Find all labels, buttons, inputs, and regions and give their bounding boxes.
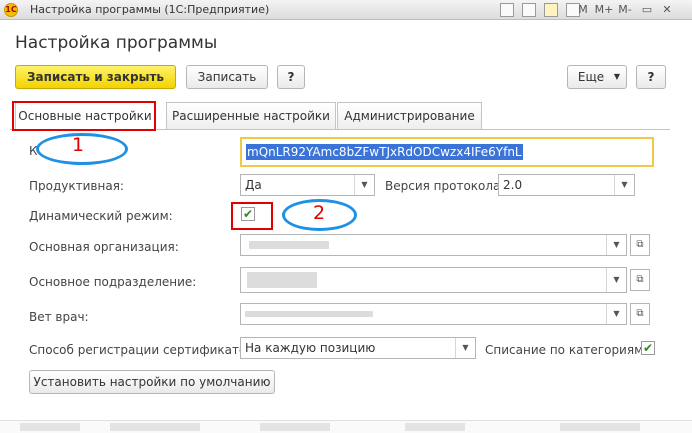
- chevron-down-icon[interactable]: ▼: [614, 175, 634, 195]
- memory-plus-button[interactable]: M+: [594, 2, 614, 18]
- key-value: mQnLR92YAmc8bZFwTJxRdODCwzx4IFe6YfnL: [246, 144, 523, 160]
- protocol-select[interactable]: 2.0 ▼: [498, 174, 635, 196]
- background-cell: [260, 423, 330, 431]
- chevron-down-icon: ▼: [613, 72, 620, 81]
- protocol-label: Версия протокола:: [385, 179, 505, 193]
- background-cell: [20, 423, 80, 431]
- cert-method-label: Способ регистрации сертификатов:: [29, 343, 258, 357]
- help-button[interactable]: ?: [277, 65, 305, 89]
- set-defaults-button[interactable]: Установить настройки по умолчанию: [29, 370, 275, 394]
- redacted-value: [249, 241, 329, 249]
- vet-label: Вет врач:: [29, 310, 89, 324]
- protocol-value: 2.0: [503, 178, 523, 192]
- open-icon[interactable]: ⧉: [630, 303, 650, 325]
- cert-method-value: На каждую позицию: [245, 341, 376, 355]
- save-and-close-button[interactable]: Записать и закрыть: [15, 65, 176, 89]
- organization-label: Основная организация:: [29, 240, 179, 254]
- dynamic-mode-label: Динамический режим:: [29, 209, 173, 223]
- tab-administration[interactable]: Администрирование: [337, 102, 482, 129]
- redacted-value: [247, 272, 317, 288]
- calculator-icon[interactable]: [544, 3, 558, 17]
- writeoff-checkbox[interactable]: ✔: [641, 341, 655, 355]
- organization-input[interactable]: ▼: [240, 234, 627, 256]
- tab-advanced-settings[interactable]: Расширенные настройки: [166, 102, 336, 129]
- background-window-strip: [0, 420, 692, 433]
- chevron-down-icon[interactable]: ▼: [606, 235, 626, 255]
- annotation-number-2: 2: [313, 202, 326, 224]
- window-title-bar: 1С Настройка программы (1С:Предприятие) …: [0, 0, 692, 20]
- annotation-number-1: 1: [72, 134, 85, 156]
- background-cell: [110, 423, 200, 431]
- chevron-down-icon[interactable]: ▼: [606, 304, 626, 324]
- memory-minus-button[interactable]: M-: [616, 2, 634, 18]
- subdivision-input[interactable]: ▼: [240, 267, 627, 293]
- productive-value: Да: [245, 178, 262, 192]
- link-icon[interactable]: [500, 3, 514, 17]
- annotation-box-1: [12, 101, 156, 131]
- save-button[interactable]: Записать: [186, 65, 268, 89]
- window-title: Настройка программы (1С:Предприятие): [30, 3, 270, 16]
- subdivision-label: Основное подразделение:: [29, 275, 197, 289]
- page-title: Настройка программы: [15, 33, 218, 53]
- close-icon[interactable]: ✕: [660, 2, 674, 18]
- chevron-down-icon[interactable]: ▼: [606, 268, 626, 292]
- key-input[interactable]: mQnLR92YAmc8bZFwTJxRdODCwzx4IFe6YfnL: [240, 137, 654, 167]
- more-label: Еще: [577, 70, 605, 84]
- open-icon[interactable]: ⧉: [630, 234, 650, 256]
- memory-button[interactable]: M: [574, 2, 592, 18]
- background-cell: [405, 423, 465, 431]
- help-button-secondary[interactable]: ?: [636, 65, 666, 89]
- open-icon[interactable]: ⧉: [630, 269, 650, 291]
- productive-select[interactable]: Да ▼: [240, 174, 375, 196]
- cert-method-select[interactable]: На каждую позицию ▼: [240, 337, 476, 359]
- more-button[interactable]: Еще ▼: [567, 65, 627, 89]
- restore-icon[interactable]: ▭: [640, 2, 654, 18]
- productive-label: Продуктивная:: [29, 179, 124, 193]
- writeoff-label: Списание по категориям:: [485, 343, 648, 357]
- annotation-box-2: [231, 202, 273, 230]
- background-cell: [560, 423, 640, 431]
- app-logo-icon: 1С: [4, 3, 18, 17]
- favorites-icon[interactable]: [522, 3, 536, 17]
- vet-input[interactable]: ▼: [240, 303, 627, 325]
- chevron-down-icon[interactable]: ▼: [354, 175, 374, 195]
- redacted-value: [245, 311, 373, 317]
- chevron-down-icon[interactable]: ▼: [455, 338, 475, 358]
